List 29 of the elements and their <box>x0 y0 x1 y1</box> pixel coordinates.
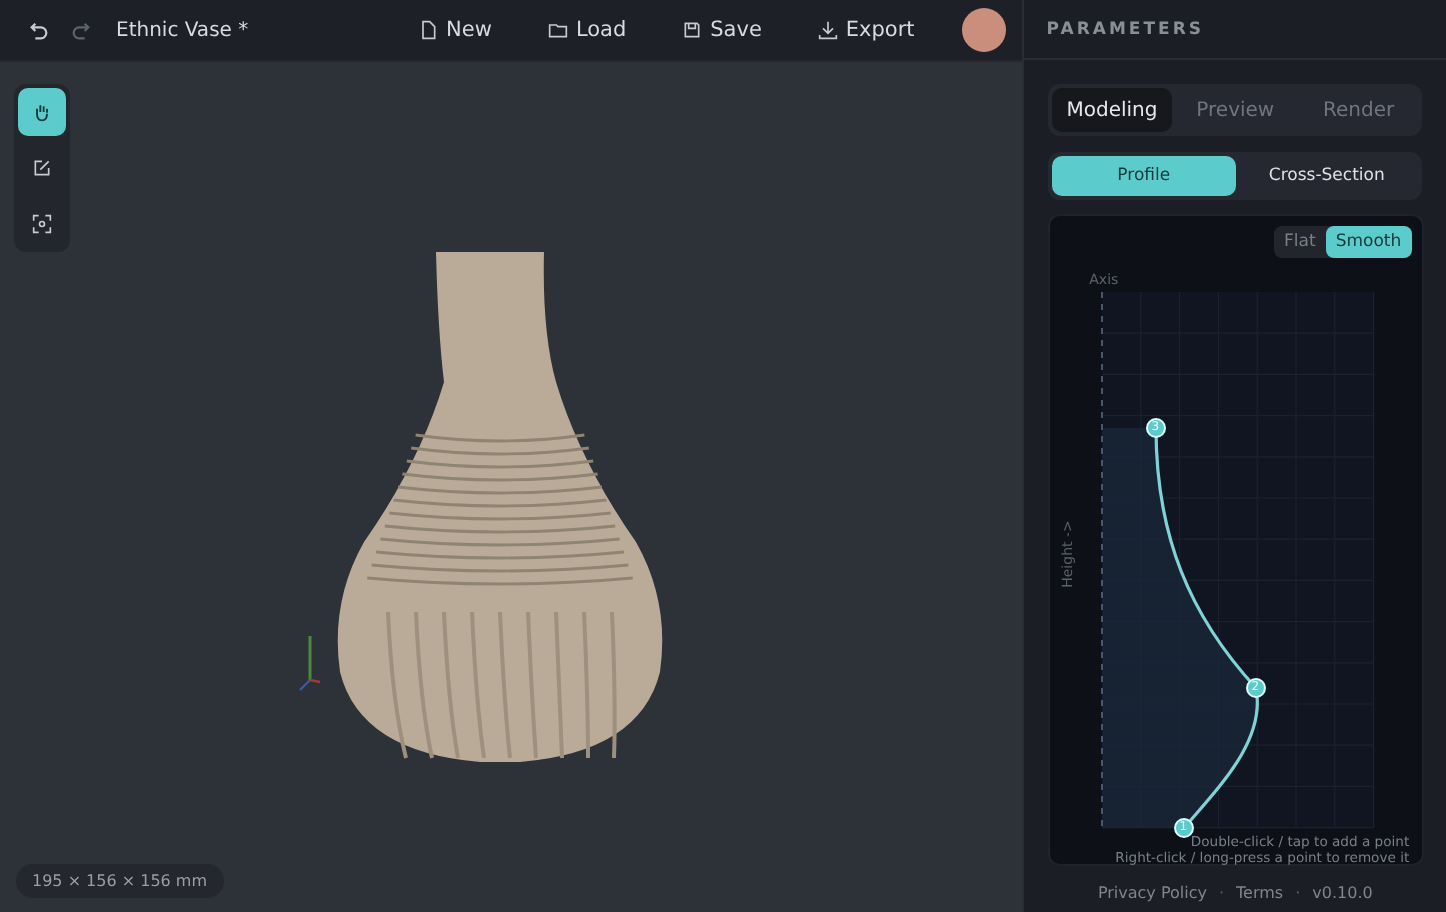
folder-icon <box>547 20 568 40</box>
dimensions-label: 195 × 156 × 156 mm <box>16 864 224 898</box>
project-title[interactable]: Ethnic Vase * <box>116 19 249 41</box>
axis-gizmo-icon <box>298 632 322 692</box>
redo-icon[interactable] <box>70 19 92 41</box>
edit-icon <box>32 158 52 178</box>
download-icon <box>817 20 838 40</box>
focus-icon <box>32 214 52 234</box>
floppy-icon <box>682 20 703 40</box>
hand-icon <box>32 102 52 122</box>
separator-dot: · <box>1295 883 1301 901</box>
file-icon <box>418 20 439 40</box>
toolbar-button[interactable]: Export <box>809 14 923 46</box>
avatar[interactable] <box>962 8 1007 52</box>
toolbar-button[interactable]: Save <box>674 14 770 46</box>
toolbar-button[interactable]: New <box>410 14 500 46</box>
separator-dot: · <box>1218 883 1225 901</box>
footer-link[interactable]: Privacy Policy <box>1097 883 1207 901</box>
segment-tab[interactable]: Profile <box>1052 156 1236 196</box>
footer-link[interactable]: Terms <box>1236 883 1284 901</box>
tool-button[interactable] <box>18 88 66 136</box>
undo-icon[interactable] <box>28 19 50 41</box>
toolbar-button[interactable]: Load <box>539 14 635 46</box>
mode-button[interactable]: Flat <box>1274 226 1326 258</box>
segment-tab[interactable]: Cross-Section <box>1235 156 1419 196</box>
mode-button[interactable]: Smooth <box>1325 226 1412 258</box>
version-label: v0.10.0 <box>1312 883 1373 901</box>
tab[interactable]: Modeling <box>1052 88 1172 132</box>
panel-title: PARAMETERS <box>1046 19 1204 39</box>
